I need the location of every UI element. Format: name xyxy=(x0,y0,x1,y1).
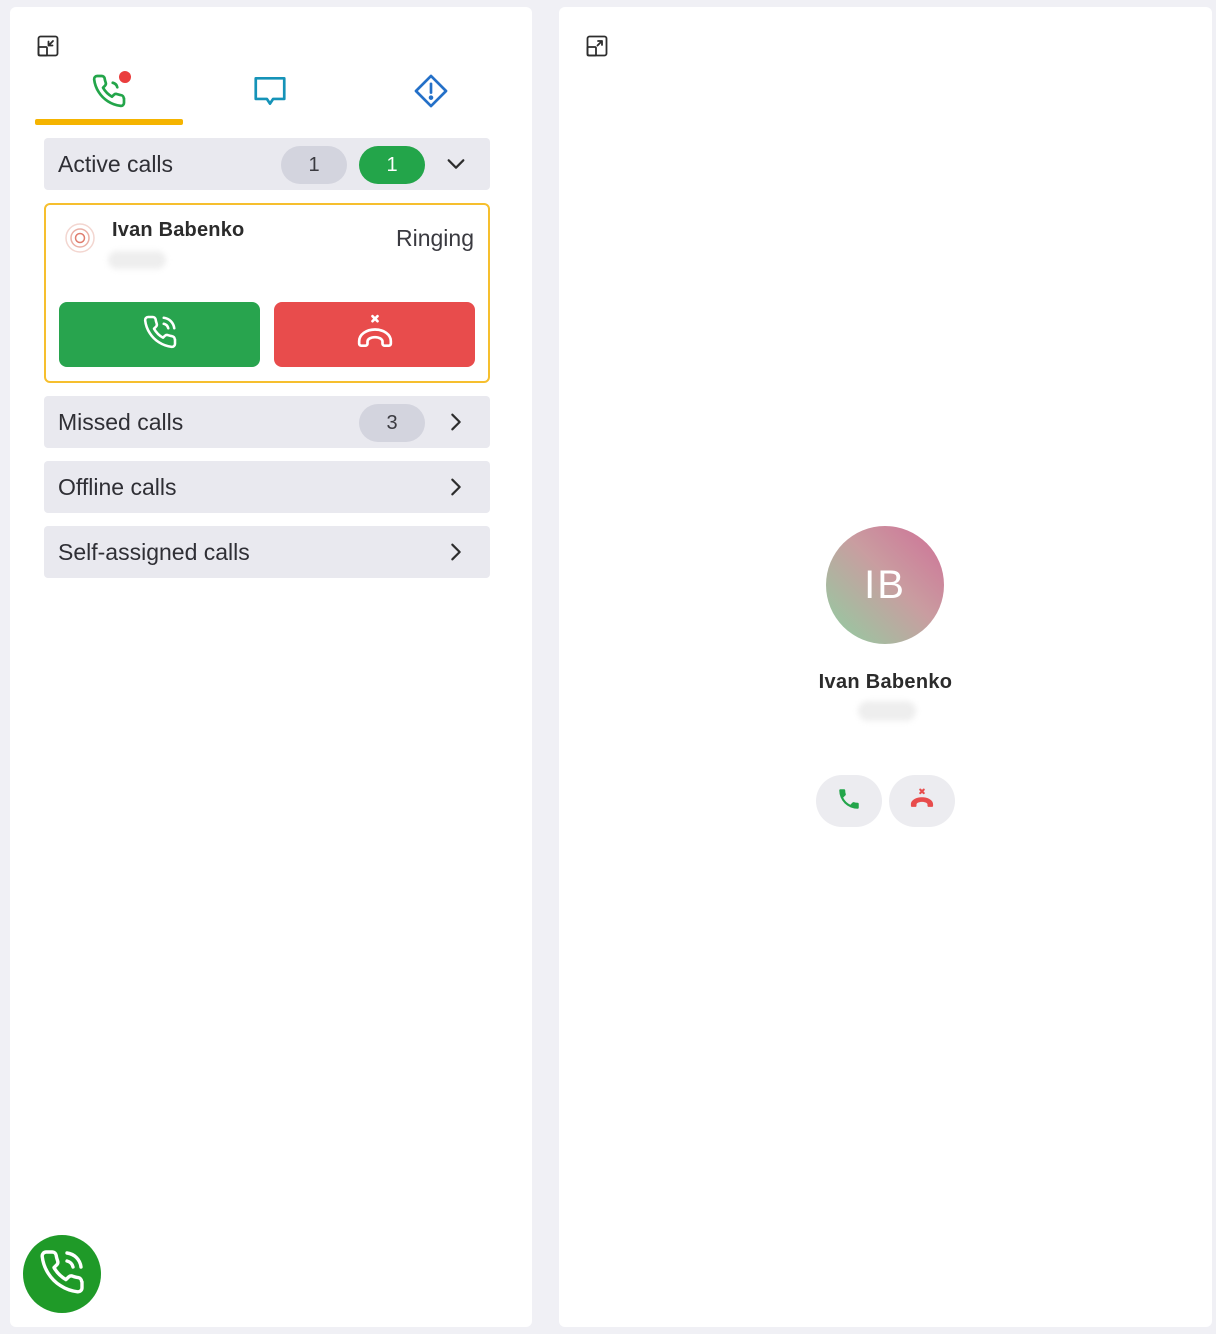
accept-call-button[interactable] xyxy=(59,302,260,367)
self-assigned-calls-label: Self-assigned calls xyxy=(58,538,250,565)
active-calls-label: Active calls xyxy=(58,150,174,177)
caller-name: Ivan Babenko xyxy=(112,219,245,241)
missed-calls-section[interactable]: Missed calls 3 xyxy=(44,396,490,448)
waiting-count-badge: 1 xyxy=(281,146,347,184)
alert-diamond-icon xyxy=(412,72,450,115)
active-calls-section[interactable]: Active calls 1 1 xyxy=(44,138,490,190)
chevron-down-icon[interactable] xyxy=(444,152,468,176)
call-status: Ringing xyxy=(396,225,474,251)
self-assigned-calls-section[interactable]: Self-assigned calls xyxy=(44,526,490,578)
answer-call-button[interactable] xyxy=(816,775,882,827)
phone-ringing-icon xyxy=(142,314,178,355)
offline-calls-label: Offline calls xyxy=(58,473,177,500)
tab-bar xyxy=(35,63,495,127)
call-detail-panel: IB Ivan Babenko xyxy=(559,7,1212,1327)
phone-icon xyxy=(836,786,862,817)
tab-calls[interactable] xyxy=(35,63,183,125)
minimize-window-icon[interactable] xyxy=(35,33,61,59)
contact-name: Ivan Babenko xyxy=(818,671,953,693)
hang-up-icon xyxy=(355,312,395,357)
call-list-panel: Active calls 1 1 Ivan Babenko Ringing Mi… xyxy=(10,7,532,1327)
floating-call-button[interactable] xyxy=(23,1235,101,1313)
chat-bubble-icon xyxy=(251,72,289,115)
caller-number xyxy=(108,251,166,269)
chevron-right-icon[interactable] xyxy=(444,410,468,434)
decline-call-button[interactable] xyxy=(274,302,475,367)
notification-dot xyxy=(119,71,131,83)
hang-up-icon xyxy=(908,785,936,818)
ringing-icon xyxy=(64,222,96,254)
reject-call-button[interactable] xyxy=(889,775,955,827)
contact-number xyxy=(858,701,916,721)
contact-avatar: IB xyxy=(826,526,944,644)
missed-calls-label: Missed calls xyxy=(58,408,184,435)
offline-calls-section[interactable]: Offline calls xyxy=(44,461,490,513)
tab-alerts[interactable] xyxy=(357,63,505,123)
phone-ringing-icon xyxy=(38,1248,86,1301)
active-tab-indicator xyxy=(35,119,183,125)
tab-chats[interactable] xyxy=(196,63,344,123)
missed-count-badge: 3 xyxy=(359,404,425,442)
chevron-right-icon[interactable] xyxy=(444,475,468,499)
incoming-call-card[interactable]: Ivan Babenko Ringing xyxy=(44,203,490,383)
expand-window-icon[interactable] xyxy=(584,33,610,59)
chevron-right-icon[interactable] xyxy=(444,540,468,564)
ringing-count-badge: 1 xyxy=(359,146,425,184)
